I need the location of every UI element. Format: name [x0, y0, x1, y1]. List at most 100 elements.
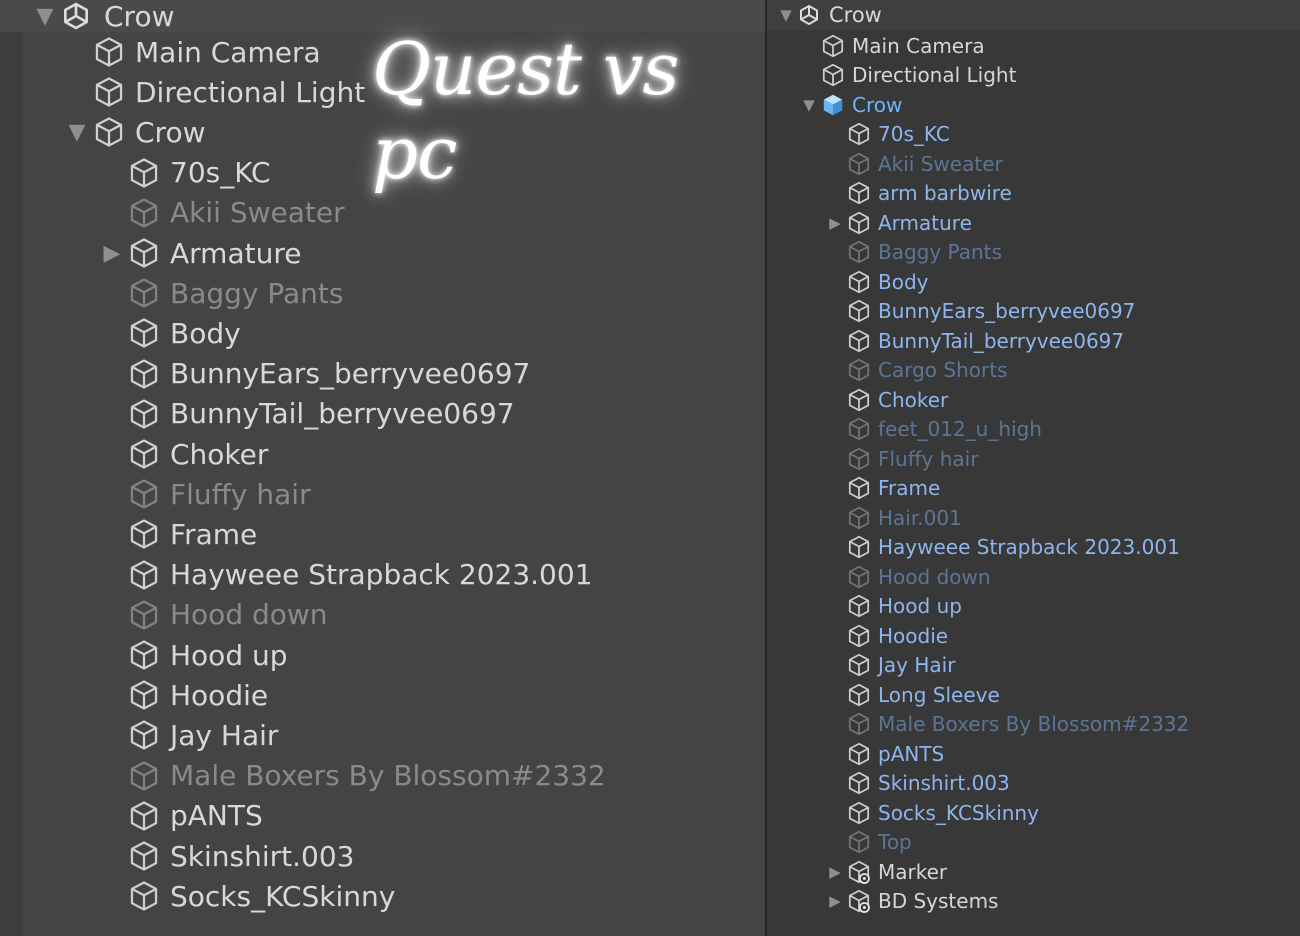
- prefab-cube-icon: [820, 92, 846, 118]
- hierarchy-item-label: Skinshirt.003: [170, 839, 355, 873]
- hierarchy-item-baggy-pants[interactable]: Baggy Pants: [824, 238, 1002, 267]
- hierarchy-item-socks-kcskinny[interactable]: Socks_KCSkinny: [97, 876, 395, 916]
- hierarchy-item-bunnytail-berryvee0697[interactable]: BunnyTail_berryvee0697: [97, 394, 515, 434]
- gameobject-cube-icon: [846, 446, 872, 472]
- hierarchy-item-crow[interactable]: ▼ Crow: [798, 90, 902, 119]
- hierarchy-item-pants[interactable]: pANTS: [824, 739, 944, 768]
- gameobject-cube-icon: [846, 475, 872, 501]
- hierarchy-item-label: Akii Sweater: [170, 196, 345, 230]
- gameobject-cube-icon: [846, 269, 872, 295]
- gameobject-cube-icon: [127, 678, 161, 712]
- hierarchy-item-frame[interactable]: Frame: [824, 474, 940, 503]
- gameobject-cube-icon: [846, 623, 872, 649]
- hierarchy-item-crow[interactable]: ▼ Crow: [62, 112, 206, 152]
- hierarchy-item-hoodie[interactable]: Hoodie: [824, 621, 948, 650]
- hierarchy-item-hoodie[interactable]: Hoodie: [97, 675, 268, 715]
- hierarchy-item-bunnyears-berryvee0697[interactable]: BunnyEars_berryvee0697: [97, 354, 530, 394]
- collapse-arrow-icon[interactable]: ▶: [824, 214, 846, 232]
- hierarchy-item-akii-sweater[interactable]: Akii Sweater: [824, 149, 1003, 178]
- hierarchy-item-label: Marker: [878, 859, 948, 884]
- hierarchy-item-label: Male Boxers By Blossom#2332: [878, 712, 1190, 736]
- gameobject-cube-icon: [127, 879, 161, 913]
- hierarchy-item-hayweee-strapback-2023-001[interactable]: Hayweee Strapback 2023.001: [824, 533, 1180, 562]
- hierarchy-item-hood-up[interactable]: Hood up: [97, 635, 288, 675]
- hierarchy-item-bunnytail-berryvee0697[interactable]: BunnyTail_berryvee0697: [824, 326, 1124, 355]
- hierarchy-item-cargo-shorts[interactable]: Cargo Shorts: [824, 356, 1007, 385]
- hierarchy-item-skinshirt-003[interactable]: Skinshirt.003: [824, 769, 1010, 798]
- hierarchy-item-bunnyears-berryvee0697[interactable]: BunnyEars_berryvee0697: [824, 297, 1135, 326]
- gameobject-cube-icon: [127, 517, 161, 551]
- hierarchy-item-male-boxers-by-blossom-2332[interactable]: Male Boxers By Blossom#2332: [97, 756, 606, 796]
- gameobject-cube-icon: [846, 151, 872, 177]
- hierarchy-item-label: arm barbwire: [878, 181, 1012, 205]
- hierarchy-item-armature[interactable]: ▶ Armature: [97, 233, 302, 273]
- hierarchy-item-male-boxers-by-blossom-2332[interactable]: Male Boxers By Blossom#2332: [824, 710, 1189, 739]
- hierarchy-item-skinshirt-003[interactable]: Skinshirt.003: [97, 836, 354, 876]
- expand-arrow-icon[interactable]: ▼: [30, 4, 60, 29]
- hierarchy-item-label: Choker: [878, 387, 949, 412]
- gameobject-cube-icon: [127, 839, 161, 873]
- gameobject-cube-icon: [92, 75, 126, 109]
- hierarchy-item-baggy-pants[interactable]: Baggy Pants: [97, 273, 343, 313]
- hierarchy-item-choker[interactable]: Choker: [824, 385, 948, 414]
- hierarchy-item-akii-sweater[interactable]: Akii Sweater: [97, 193, 345, 233]
- hierarchy-item-bd-systems[interactable]: ▶ BD Systems: [824, 887, 998, 916]
- hierarchy-item-directional-light[interactable]: Directional Light: [62, 72, 365, 112]
- hierarchy-item-hayweee-strapback-2023-001[interactable]: Hayweee Strapback 2023.001: [97, 555, 593, 595]
- pc-hierarchy-panel: ▼ Crow Main Camera Directional Light ▼ Crow…: [767, 0, 1300, 936]
- hierarchy-item-hood-up[interactable]: Hood up: [824, 592, 962, 621]
- quest-scene-gutter: [0, 32, 22, 936]
- hierarchy-item-choker[interactable]: Choker: [97, 434, 268, 474]
- quest-scene-header[interactable]: ▼ Crow: [0, 0, 765, 33]
- hierarchy-item-hair-001[interactable]: Hair.001: [824, 503, 962, 532]
- hierarchy-item-body[interactable]: Body: [97, 313, 241, 353]
- hierarchy-item-main-camera[interactable]: Main Camera: [62, 32, 321, 72]
- hierarchy-item-fluffy-hair[interactable]: Fluffy hair: [824, 444, 978, 473]
- hierarchy-item-armature[interactable]: ▶ Armature: [824, 208, 972, 237]
- hierarchy-item-label: Hayweee Strapback 2023.001: [170, 558, 593, 592]
- hierarchy-item-label: Hoodie: [170, 678, 269, 712]
- hierarchy-item-frame[interactable]: Frame: [97, 514, 257, 554]
- hierarchy-item-top[interactable]: Top: [824, 828, 912, 857]
- hierarchy-item-label: Fluffy hair: [878, 446, 979, 471]
- hierarchy-item-long-sleeve[interactable]: Long Sleeve: [824, 680, 1000, 709]
- gameobject-cube-icon: [846, 711, 872, 737]
- hierarchy-item-directional-light[interactable]: Directional Light: [798, 61, 1016, 90]
- collapse-arrow-icon[interactable]: ▶: [824, 863, 846, 881]
- hierarchy-item-arm-barbwire[interactable]: arm barbwire: [824, 179, 1012, 208]
- hierarchy-item-hood-down[interactable]: Hood down: [824, 562, 991, 591]
- hierarchy-item-label: Jay Hair: [170, 718, 279, 752]
- hierarchy-item-70s-kc[interactable]: 70s_KC: [97, 153, 271, 193]
- hierarchy-item-feet-012-u-high[interactable]: feet_012_u_high: [824, 415, 1042, 444]
- hierarchy-item-body[interactable]: Body: [824, 267, 929, 296]
- gameobject-cube-icon: [127, 357, 161, 391]
- hierarchy-item-main-camera[interactable]: Main Camera: [798, 31, 985, 60]
- expand-arrow-icon[interactable]: ▼: [62, 120, 92, 145]
- collapse-arrow-icon[interactable]: ▶: [824, 892, 846, 910]
- gameobject-cube-icon: [127, 196, 161, 230]
- gameobject-cube-icon: [127, 598, 161, 632]
- hierarchy-item-label: Baggy Pants: [878, 240, 1002, 264]
- gameobject-cube-icon: [846, 180, 872, 206]
- expand-arrow-icon[interactable]: ▼: [798, 96, 820, 114]
- hierarchy-item-70s-kc[interactable]: 70s_KC: [824, 120, 950, 149]
- hierarchy-item-pants[interactable]: pANTS: [97, 796, 263, 836]
- pc-scene-header[interactable]: ▼ Crow: [767, 0, 1300, 30]
- expand-arrow-icon[interactable]: ▼: [775, 6, 797, 24]
- hierarchy-item-socks-kcskinny[interactable]: Socks_KCSkinny: [824, 798, 1039, 827]
- hierarchy-item-label: Jay Hair: [878, 653, 956, 677]
- collapse-arrow-icon[interactable]: ▶: [97, 241, 127, 266]
- hierarchy-item-label: Male Boxers By Blossom#2332: [170, 759, 606, 793]
- hierarchy-item-hood-down[interactable]: Hood down: [97, 595, 328, 635]
- hierarchy-item-label: Socks_KCSkinny: [170, 879, 396, 913]
- hierarchy-item-label: Hair.001: [878, 505, 962, 530]
- gameobject-settings-icon: [846, 859, 872, 885]
- gameobject-cube-icon: [846, 770, 872, 796]
- hierarchy-item-fluffy-hair[interactable]: Fluffy hair: [97, 474, 311, 514]
- gameobject-cube-icon: [127, 759, 161, 793]
- gameobject-cube-icon: [127, 316, 161, 350]
- hierarchy-item-marker[interactable]: ▶ Marker: [824, 857, 947, 886]
- hierarchy-item-jay-hair[interactable]: Jay Hair: [97, 715, 278, 755]
- hierarchy-item-jay-hair[interactable]: Jay Hair: [824, 651, 955, 680]
- quest-hierarchy-panel: ▼ Crow Main Camera Directional Light ▼ Crow…: [0, 0, 765, 936]
